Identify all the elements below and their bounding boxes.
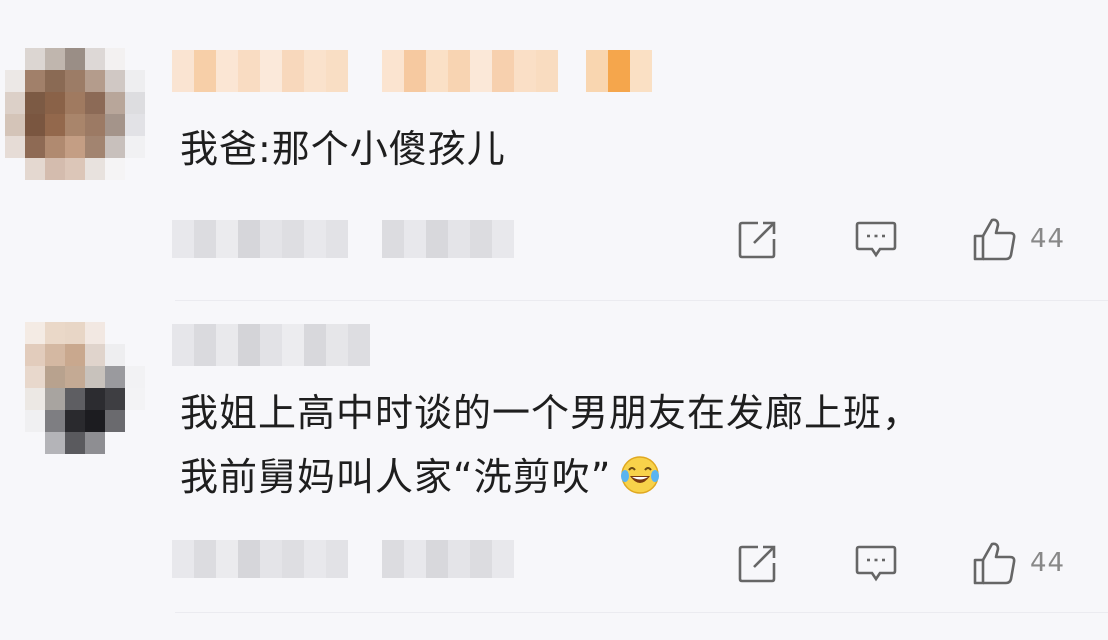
- like-button[interactable]: 44: [972, 214, 1082, 264]
- comment-line: 我姐上高中时谈的一个男朋友在发廊上班，: [180, 391, 922, 435]
- comment-text: 我姐上高中时谈的一个男朋友在发廊上班， 我前舅妈叫人家“洗剪吹”: [180, 386, 921, 504]
- thumbs-up-icon: [973, 218, 1016, 261]
- like-button[interactable]: 44: [972, 538, 1082, 588]
- comment-item: 我爸:那个小傻孩儿 44: [0, 0, 1108, 300]
- share-button[interactable]: [735, 218, 779, 262]
- username-blurred[interactable]: [172, 324, 370, 366]
- timestamp-blurred: [172, 540, 514, 578]
- comment-line: 我前舅妈叫人家“洗剪吹”: [180, 450, 921, 504]
- reply-button[interactable]: [853, 218, 899, 262]
- username-blurred[interactable]: [172, 50, 652, 92]
- laughing-crying-emoji-icon: [621, 456, 660, 494]
- like-count: 44: [1030, 548, 1066, 578]
- share-icon: [738, 545, 776, 583]
- comment-icon: [855, 221, 897, 258]
- share-button[interactable]: [735, 542, 779, 586]
- like-count: 44: [1030, 224, 1066, 254]
- avatar[interactable]: [5, 48, 145, 180]
- comment-icon: [855, 545, 897, 582]
- reply-button[interactable]: [853, 542, 899, 586]
- avatar[interactable]: [5, 322, 145, 454]
- thumbs-up-icon: [973, 542, 1016, 585]
- divider: [175, 612, 1108, 613]
- comment-item: 我姐上高中时谈的一个男朋友在发廊上班， 我前舅妈叫人家“洗剪吹” 44: [0, 300, 1108, 640]
- share-icon: [738, 221, 776, 259]
- comment-text: 我爸:那个小傻孩儿: [180, 122, 506, 176]
- comment-line: 我爸:那个小傻孩儿: [180, 127, 506, 171]
- timestamp-blurred: [172, 220, 514, 258]
